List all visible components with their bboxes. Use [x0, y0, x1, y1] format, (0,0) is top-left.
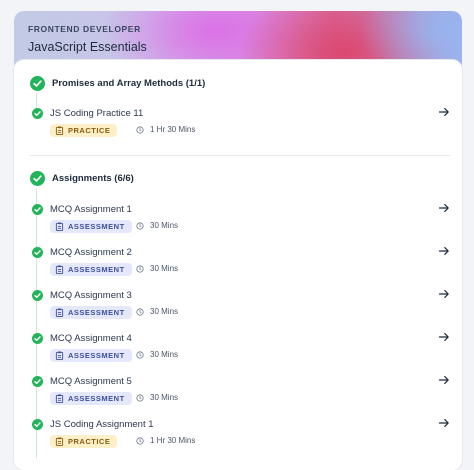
- clock-icon: [136, 264, 144, 273]
- clock-icon: [136, 221, 144, 230]
- clock-icon: [136, 125, 144, 134]
- duration: 30 Mins: [136, 307, 178, 316]
- assessment-badge: ASSESSMENT: [50, 263, 132, 276]
- check-circle-icon: [30, 171, 45, 186]
- list-item[interactable]: MCQ Assignment 5 ASSESSMENT 30 Mins: [30, 374, 450, 417]
- duration: 30 Mins: [136, 264, 178, 273]
- item-title: JS Coding Assignment 1: [50, 419, 154, 430]
- clipboard-icon: [55, 351, 64, 360]
- item-title: MCQ Assignment 2: [50, 247, 132, 258]
- clipboard-icon: [55, 308, 64, 317]
- assessment-badge: ASSESSMENT: [50, 220, 132, 233]
- course-category: FRONTEND DEVELOPER: [28, 24, 141, 34]
- duration: 30 Mins: [136, 221, 178, 230]
- clock-icon: [136, 393, 144, 402]
- assessment-badge: ASSESSMENT: [50, 392, 132, 405]
- item-title: MCQ Assignment 4: [50, 333, 132, 344]
- badge-label: ASSESSMENT: [68, 351, 125, 360]
- clipboard-icon: [55, 222, 64, 231]
- duration-text: 30 Mins: [150, 350, 179, 359]
- clipboard-icon: [55, 126, 64, 135]
- item-title: MCQ Assignment 5: [50, 376, 132, 387]
- arrow-right-icon[interactable]: [438, 417, 450, 429]
- clock-icon: [136, 307, 144, 316]
- duration: 30 Mins: [136, 393, 178, 402]
- item-title: JS Coding Practice 11: [50, 108, 144, 119]
- duration-text: 1 Hr 30 Mins: [150, 436, 196, 445]
- section-title: Assignments (6/6): [52, 173, 134, 184]
- section-divider: [30, 155, 450, 156]
- check-circle-icon: [32, 247, 43, 258]
- badge-label: ASSESSMENT: [68, 265, 125, 274]
- list-item[interactable]: MCQ Assignment 3 ASSESSMENT 30 Mins: [30, 288, 450, 331]
- clipboard-icon: [55, 394, 64, 403]
- assessment-badge: ASSESSMENT: [50, 306, 132, 319]
- arrow-right-icon[interactable]: [438, 288, 450, 300]
- badge-label: ASSESSMENT: [68, 308, 125, 317]
- badge-label: ASSESSMENT: [68, 394, 125, 403]
- duration-text: 30 Mins: [150, 264, 179, 273]
- arrow-right-icon[interactable]: [438, 106, 450, 118]
- list-item[interactable]: MCQ Assignment 4 ASSESSMENT 30 Mins: [30, 331, 450, 374]
- arrow-right-icon[interactable]: [438, 331, 450, 343]
- duration: 1 Hr 30 Mins: [136, 436, 195, 445]
- list-item[interactable]: JS Coding Assignment 1 PRACTICE 1 Hr 30 …: [30, 417, 450, 460]
- arrow-right-icon[interactable]: [438, 245, 450, 257]
- badge-label: PRACTICE: [68, 126, 111, 135]
- item-title: MCQ Assignment 3: [50, 290, 132, 301]
- course-content-card: Promises and Array Methods (1/1) JS Codi…: [14, 60, 462, 470]
- check-circle-icon: [32, 204, 43, 215]
- list-item[interactable]: MCQ Assignment 1 ASSESSMENT 30 Mins: [30, 202, 450, 245]
- practice-badge: PRACTICE: [50, 435, 118, 448]
- check-circle-icon: [32, 419, 43, 430]
- practice-badge: PRACTICE: [50, 124, 118, 137]
- arrow-right-icon[interactable]: [438, 374, 450, 386]
- clock-icon: [136, 436, 144, 445]
- badge-label: PRACTICE: [68, 437, 111, 446]
- duration-text: 1 Hr 30 Mins: [150, 125, 196, 134]
- assessment-badge: ASSESSMENT: [50, 349, 132, 362]
- duration-text: 30 Mins: [150, 393, 179, 402]
- list-item[interactable]: MCQ Assignment 2 ASSESSMENT 30 Mins: [30, 245, 450, 288]
- arrow-right-icon[interactable]: [438, 202, 450, 214]
- duration-text: 30 Mins: [150, 221, 179, 230]
- badge-label: ASSESSMENT: [68, 222, 125, 231]
- check-circle-icon: [32, 290, 43, 301]
- course-title: JavaScript Essentials: [28, 40, 147, 54]
- list-item[interactable]: JS Coding Practice 11 PRACTICE 1 Hr 30 M…: [30, 106, 450, 149]
- clipboard-icon: [55, 265, 64, 274]
- check-circle-icon: [32, 333, 43, 344]
- duration-text: 30 Mins: [150, 307, 179, 316]
- check-circle-icon: [32, 376, 43, 387]
- section-title: Promises and Array Methods (1/1): [52, 78, 206, 89]
- duration: 30 Mins: [136, 350, 178, 359]
- item-title: MCQ Assignment 1: [50, 204, 132, 215]
- check-circle-icon: [30, 76, 45, 91]
- check-circle-icon: [32, 108, 43, 119]
- duration: 1 Hr 30 Mins: [136, 125, 195, 134]
- clipboard-icon: [55, 437, 64, 446]
- clock-icon: [136, 350, 144, 359]
